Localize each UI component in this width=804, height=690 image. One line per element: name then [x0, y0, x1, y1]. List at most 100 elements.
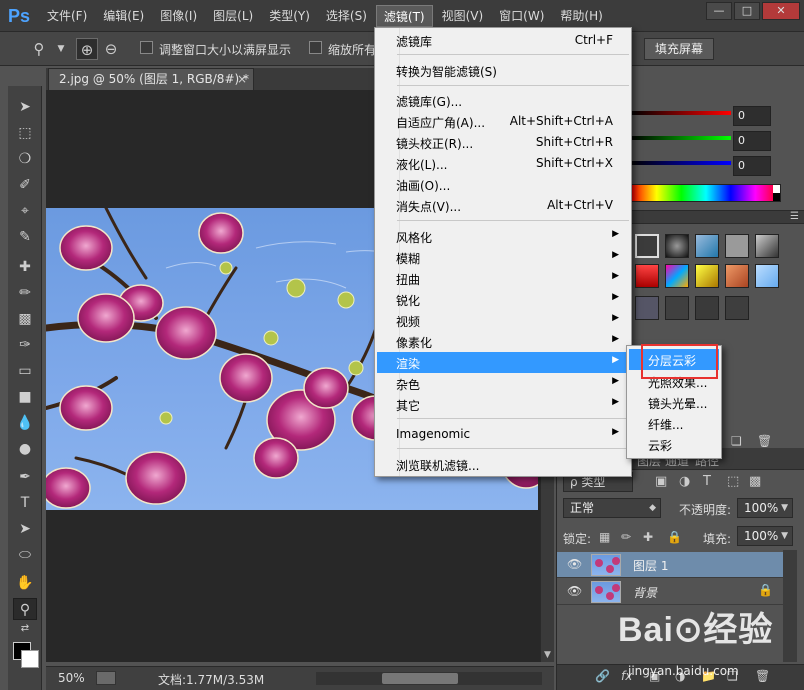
lasso-tool-icon[interactable]: ❍ [13, 148, 37, 170]
style-swatch-8[interactable] [695, 264, 719, 288]
filter-type-icon[interactable]: T [703, 474, 711, 489]
layers-scrollbar[interactable] [783, 550, 797, 662]
delete-style-icon[interactable]: 🗑 [757, 434, 772, 448]
tool-preset-dropdown-icon[interactable]: ▼ [50, 38, 72, 60]
crop-tool-icon[interactable]: ⌖ [13, 200, 37, 222]
blue-slider[interactable] [631, 161, 731, 165]
submenu-item-lens-flare[interactable]: 镜头光晕... [629, 392, 719, 413]
menu-item-imagenomic[interactable]: Imagenomic ▶ [377, 424, 629, 445]
menu-item-distort[interactable]: 扭曲 ▶ [377, 268, 629, 289]
menu-item-other[interactable]: 其它 ▶ [377, 394, 629, 415]
menu-item-stylize[interactable]: 风格化 ▶ [377, 226, 629, 247]
menu-item-render[interactable]: 渲染 ▶ [377, 352, 629, 373]
resize-window-checkbox[interactable] [140, 41, 153, 54]
lock-all-icon[interactable]: 🔒 [667, 530, 682, 544]
menu-item-adaptive-wide-angle[interactable]: 自适应广角(A)... Alt+Shift+Ctrl+A [377, 111, 629, 132]
menu-layer[interactable]: 图层(L) [206, 5, 260, 27]
lock-transparent-pixels-icon[interactable]: ▦ [599, 530, 610, 544]
menu-item-lens-correction[interactable]: 镜头校正(R)... Shift+Ctrl+R [377, 132, 629, 153]
blend-mode-dropdown[interactable]: 正常 ◆ [563, 498, 661, 518]
blue-value-field[interactable]: 0 [733, 156, 771, 176]
healing-brush-tool-icon[interactable]: ✚ [13, 256, 37, 278]
opacity-field[interactable]: 100% ▼ [737, 498, 793, 518]
menu-item-filter-gallery-last[interactable]: 滤镜库 Ctrl+F [377, 30, 629, 51]
menu-item-convert-smart-filters[interactable]: 转换为智能滤镜(S) [377, 60, 629, 81]
fill-field[interactable]: 100% ▼ [737, 526, 793, 546]
filter-pixel-icon[interactable]: ▣ [655, 474, 667, 489]
new-style-icon[interactable]: ❏ [731, 434, 742, 448]
green-slider[interactable] [631, 136, 731, 140]
blur-tool-icon[interactable]: 💧 [13, 412, 37, 434]
menu-item-video[interactable]: 视频 ▶ [377, 310, 629, 331]
style-swatch-4[interactable] [725, 234, 749, 258]
lock-position-icon[interactable]: ✚ [643, 530, 653, 544]
path-select-tool-icon[interactable]: ➤ [13, 518, 37, 540]
style-swatch-6[interactable] [635, 264, 659, 288]
dodge-tool-icon[interactable]: ● [13, 438, 37, 460]
style-swatch-10[interactable] [755, 264, 779, 288]
red-slider[interactable] [631, 111, 731, 115]
minimize-button[interactable]: — [706, 2, 732, 20]
eraser-tool-icon[interactable]: ▭ [13, 360, 37, 382]
style-swatch-7[interactable] [665, 264, 689, 288]
style-swatch-14[interactable] [725, 296, 749, 320]
zoom-tool-icon[interactable]: ⚲ [13, 598, 37, 620]
history-brush-tool-icon[interactable]: ✑ [13, 334, 37, 356]
zoom-all-checkbox[interactable] [309, 41, 322, 54]
close-tab-icon[interactable]: × [237, 69, 247, 90]
menu-item-sharpen[interactable]: 锐化 ▶ [377, 289, 629, 310]
menu-item-filter-gallery[interactable]: 滤镜库(G)... [377, 90, 629, 111]
eyedropper-tool-icon[interactable]: ✎ [13, 226, 37, 248]
style-swatch-12[interactable] [665, 296, 689, 320]
layer-row-layer1[interactable]: 👁 图层 1 [557, 552, 783, 578]
menu-file[interactable]: 文件(F) [40, 5, 94, 27]
zoom-out-icon[interactable]: ⊖ [100, 38, 122, 60]
zoom-tool-icon[interactable]: ⚲ [28, 38, 50, 60]
background-color-swatch[interactable] [21, 650, 39, 668]
brush-tool-icon[interactable]: ✏ [13, 282, 37, 304]
menu-edit[interactable]: 编辑(E) [96, 5, 151, 27]
fill-screen-button[interactable]: 填充屏幕 [644, 38, 715, 60]
menu-item-noise[interactable]: 杂色 ▶ [377, 373, 629, 394]
visibility-eye-icon[interactable]: 👁 [567, 557, 582, 571]
style-swatch-none[interactable] [635, 234, 659, 258]
menu-item-blur[interactable]: 模糊 ▶ [377, 247, 629, 268]
horizontal-scroll-thumb[interactable] [382, 673, 458, 684]
maximize-button[interactable]: □ [734, 2, 760, 20]
layer-name[interactable]: 背景 [633, 584, 657, 601]
menu-item-pixelate[interactable]: 像素化 ▶ [377, 331, 629, 352]
style-swatch-9[interactable] [725, 264, 749, 288]
style-swatch-13[interactable] [695, 296, 719, 320]
color-spectrum-ramp[interactable] [631, 184, 781, 202]
menu-help[interactable]: 帮助(H) [553, 5, 609, 27]
status-menu-icon[interactable] [96, 671, 116, 685]
menu-filter[interactable]: 滤镜(T) [375, 4, 433, 27]
move-tool-icon[interactable]: ➤ [13, 96, 37, 118]
visibility-eye-icon[interactable]: 👁 [567, 584, 582, 598]
layer-name[interactable]: 图层 1 [633, 557, 668, 574]
hand-tool-icon[interactable]: ✋ [13, 572, 37, 594]
document-tab[interactable]: 2.jpg @ 50% (图层 1, RGB/8#) * × [48, 68, 254, 90]
style-swatch-5[interactable] [755, 234, 779, 258]
swap-colors-icon[interactable]: ⇄ [13, 622, 37, 636]
menu-item-liquify[interactable]: 液化(L)... Shift+Ctrl+X [377, 153, 629, 174]
lock-image-pixels-icon[interactable]: ✏ [621, 530, 631, 544]
zoom-level-field[interactable]: 50% [58, 671, 85, 685]
menu-window[interactable]: 窗口(W) [492, 5, 551, 27]
gradient-tool-icon[interactable]: ■ [13, 386, 37, 408]
quick-select-tool-icon[interactable]: ✐ [13, 174, 37, 196]
marquee-tool-icon[interactable]: ⬚ [13, 122, 37, 144]
filter-adjustment-icon[interactable]: ◑ [679, 474, 690, 489]
green-value-field[interactable]: 0 [733, 131, 771, 151]
clone-stamp-tool-icon[interactable]: ▩ [13, 308, 37, 330]
panel-menu-icon[interactable]: ☰ [790, 211, 799, 222]
submenu-item-clouds[interactable]: 云彩 [629, 434, 719, 455]
menu-item-oil-paint[interactable]: 油画(O)... [377, 174, 629, 195]
style-swatch-11[interactable] [635, 296, 659, 320]
menu-view[interactable]: 视图(V) [435, 5, 491, 27]
menu-item-vanishing-point[interactable]: 消失点(V)... Alt+Ctrl+V [377, 195, 629, 216]
scroll-down-icon[interactable]: ▼ [544, 650, 551, 660]
canvas-horizontal-scrollbar[interactable] [316, 672, 542, 685]
style-swatch-2[interactable] [665, 234, 689, 258]
red-value-field[interactable]: 0 [733, 106, 771, 126]
